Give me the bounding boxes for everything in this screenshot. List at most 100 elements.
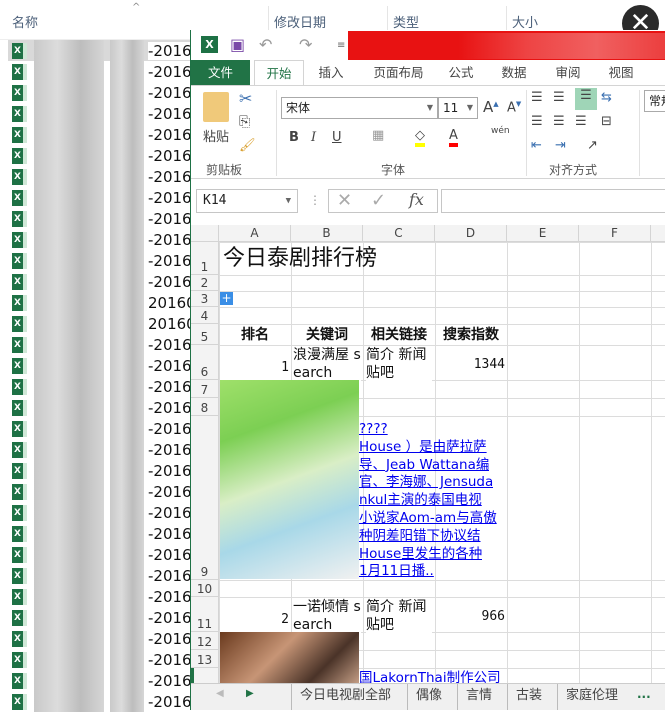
fill-color-icon[interactable]: ◇ (415, 128, 425, 147)
sheet-tab-romance[interactable]: 言情 (457, 684, 500, 710)
column-header-E[interactable]: E (507, 225, 579, 242)
description-link[interactable]: 国LakornThai制作公司 (359, 670, 501, 683)
column-date[interactable]: 修改日期 (274, 12, 326, 31)
font-color-icon[interactable]: A (449, 128, 458, 147)
row-header-12[interactable]: 12 (191, 632, 219, 650)
wrap-text-icon[interactable]: ⇆ (601, 90, 612, 105)
file-row[interactable]: X -201608 (8, 439, 211, 460)
file-row[interactable]: X -20160 (8, 124, 202, 145)
redo-icon[interactable]: ↷ (299, 35, 312, 54)
copy-icon[interactable]: ⎘ (239, 114, 250, 130)
row-header-3[interactable]: 3 (191, 291, 219, 307)
row-header-4[interactable]: 4 (191, 307, 219, 324)
paste-button[interactable]: 粘贴 (203, 126, 229, 145)
file-row[interactable]: X 201608 (8, 292, 206, 313)
format-painter-icon[interactable]: 🖌 (239, 138, 256, 153)
align-left-icon[interactable]: ☰ (531, 114, 543, 129)
tab-page-layout[interactable]: 页面布局 (366, 60, 431, 86)
decrease-indent-icon[interactable]: ⇤ (531, 138, 542, 153)
row-header-11[interactable]: 11 (191, 597, 219, 632)
file-row[interactable]: X -201608 (8, 460, 211, 481)
column-header-C[interactable]: C (363, 225, 435, 242)
sheet-tab-costume[interactable]: 古装 (507, 684, 550, 710)
file-row[interactable]: X -20160 (8, 187, 202, 208)
file-row[interactable]: X -201608 (8, 670, 211, 691)
add-icon[interactable]: + (220, 292, 233, 305)
file-row[interactable]: X -20160 (8, 397, 202, 418)
row-header-8[interactable]: 8 (191, 398, 219, 416)
tab-view[interactable]: 视图 (601, 60, 641, 86)
phonetic-icon[interactable]: wén (491, 126, 510, 136)
more-sheets-button[interactable]: ... (637, 687, 651, 701)
column-type[interactable]: 类型 (393, 12, 419, 31)
description-link[interactable]: 官、李海娜、Jensuda (359, 474, 493, 492)
file-row[interactable]: X -201608 (8, 649, 211, 670)
file-row[interactable]: X -201608 (8, 418, 211, 439)
description-link[interactable]: nkul主演的泰国电视 (359, 492, 482, 510)
tab-data[interactable]: 数据 (494, 60, 534, 86)
row-header-10[interactable]: 10 (191, 580, 219, 597)
align-middle-icon[interactable]: ☰ (553, 90, 565, 105)
description-link[interactable]: 导、Jeab Wattana编 (359, 457, 489, 475)
file-row[interactable]: X -20160 (8, 376, 202, 397)
file-row[interactable]: X -20160 (8, 271, 202, 292)
sheet-tab-family[interactable]: 家庭伦理 (557, 684, 626, 710)
column-header-B[interactable]: B (291, 225, 363, 242)
row-header-5[interactable]: 5 (191, 324, 219, 345)
shrink-font-icon[interactable]: A▼ (507, 100, 521, 115)
row-header-1[interactable]: 1 (191, 242, 219, 275)
scroll-left-icon[interactable]: ◀ (216, 688, 224, 699)
save-icon[interactable]: ▣ (230, 35, 245, 54)
file-row[interactable]: X -20160 (8, 250, 202, 271)
row-header-2[interactable]: 2 (191, 275, 219, 291)
sheet-tab-idol[interactable]: 偶像 (407, 684, 450, 710)
customize-qat-icon[interactable]: ≡ (337, 40, 345, 51)
file-row[interactable]: X -201608 (8, 586, 211, 607)
cut-icon[interactable]: ✂ (239, 89, 252, 108)
font-name-select[interactable]: 宋体 ▼ (281, 97, 438, 119)
file-row[interactable]: X -201608 (8, 607, 211, 628)
column-size[interactable]: 大小 (512, 12, 538, 31)
formula-input[interactable] (441, 189, 665, 213)
description-link[interactable]: 小说家Aom-am与高傲 (359, 510, 497, 528)
file-row[interactable]: X -20160 (8, 61, 202, 82)
file-row[interactable]: X -20160 (8, 40, 202, 61)
links-cell[interactable]: 简介 新闻 贴吧 (366, 346, 432, 382)
file-row[interactable]: X -20160 (8, 334, 202, 355)
row-header-6[interactable]: 6 (191, 345, 219, 380)
description-link[interactable]: 1月11日播.. (359, 563, 434, 581)
underline-button[interactable]: U (332, 130, 342, 145)
file-row[interactable]: X -20160 (8, 82, 202, 103)
links-cell[interactable]: 简介 新闻 贴吧 (366, 598, 432, 634)
description-link[interactable]: 种阴差阳错下协议结 (359, 528, 481, 546)
file-row[interactable]: X -201608 (8, 523, 211, 544)
row-header-13[interactable]: 13 (191, 650, 219, 668)
file-row[interactable]: X -201608 (8, 628, 211, 649)
align-top-icon[interactable]: ☰ (531, 90, 543, 105)
file-row[interactable]: X -201608 (8, 565, 211, 586)
column-header-G[interactable]: G (651, 225, 665, 242)
file-row[interactable]: X -20160 (8, 208, 202, 229)
spreadsheet-grid[interactable]: ABCDEFG12345678910111213今日泰剧排行榜+排名关键词相关链… (191, 225, 665, 683)
file-row[interactable]: X -201608 (8, 544, 211, 565)
enter-icon[interactable]: ✓ (371, 190, 386, 211)
align-center-icon[interactable]: ☰ (553, 114, 565, 129)
drama-poster-image[interactable] (220, 632, 359, 683)
paste-icon[interactable] (203, 92, 229, 122)
file-row[interactable]: X -20160 (8, 355, 202, 376)
merge-center-icon[interactable]: ⊟ (601, 114, 612, 129)
column-header-D[interactable]: D (435, 225, 507, 242)
cancel-icon[interactable]: ✕ (337, 190, 352, 211)
row-header-7[interactable]: 7 (191, 380, 219, 398)
tab-review[interactable]: 审阅 (548, 60, 588, 86)
tab-insert[interactable]: 插入 (311, 60, 351, 86)
drama-poster-image[interactable] (220, 380, 359, 579)
sheet-tab-all[interactable]: 今日电视剧全部 (291, 684, 399, 710)
column-header-A[interactable]: A (219, 225, 291, 242)
file-row[interactable]: X -20160 (8, 229, 202, 250)
file-row[interactable]: X -201608 (8, 481, 211, 502)
file-row[interactable]: X -20160 (8, 103, 202, 124)
align-right-icon[interactable]: ☰ (575, 114, 587, 129)
tab-formulas[interactable]: 公式 (441, 60, 481, 86)
align-bottom-icon[interactable]: ☰ (575, 88, 597, 110)
